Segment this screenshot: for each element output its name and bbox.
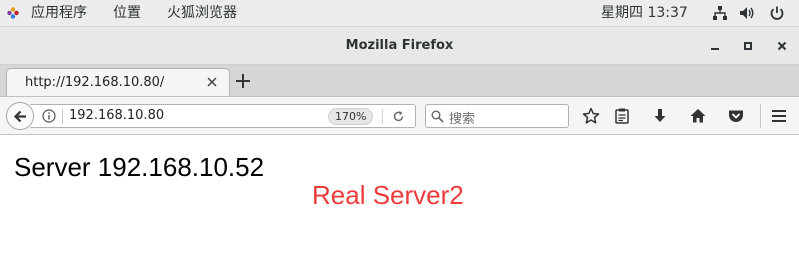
network-icon[interactable]: [712, 5, 728, 21]
url-bar[interactable]: 192.168.10.80 170%: [30, 104, 416, 128]
download-icon[interactable]: [651, 107, 669, 125]
home-icon[interactable]: [689, 107, 707, 125]
reading-list-icon[interactable]: [613, 107, 631, 125]
volume-icon[interactable]: [739, 5, 755, 21]
search-icon: [431, 110, 444, 123]
site-info-icon[interactable]: [42, 109, 56, 123]
url-separator-2: [382, 109, 383, 124]
applications-icon: [7, 7, 19, 19]
navigation-toolbar: 192.168.10.80 170% 搜索: [0, 96, 799, 135]
page-content: Server 192.168.10.52 Real Server2: [0, 135, 799, 262]
search-placeholder: 搜索: [449, 112, 476, 127]
active-app-menu[interactable]: 火狐浏览器: [167, 5, 237, 22]
search-input[interactable]: 搜索: [425, 104, 569, 128]
bookmark-star-icon[interactable]: [582, 107, 600, 125]
url-separator: [62, 109, 63, 124]
back-button[interactable]: [6, 102, 34, 130]
new-tab-icon[interactable]: [234, 72, 252, 90]
tab-strip: http://192.168.10.80/: [0, 65, 799, 97]
maximize-icon[interactable]: [739, 37, 757, 55]
back-arrow-icon: [13, 110, 26, 123]
close-icon[interactable]: [773, 37, 791, 55]
tab-close-icon[interactable]: [206, 76, 218, 88]
pocket-icon[interactable]: [727, 107, 745, 125]
window-titlebar: Mozilla Firefox: [0, 27, 799, 65]
power-icon[interactable]: [769, 5, 785, 21]
places-menu[interactable]: 位置: [113, 5, 141, 22]
toolbar-separator: [760, 104, 761, 128]
real-server-label: Real Server2: [312, 180, 464, 210]
tab-active[interactable]: http://192.168.10.80/: [6, 68, 230, 97]
zoom-level-badge[interactable]: 170%: [328, 108, 374, 125]
server-heading: Server 192.168.10.52: [14, 152, 265, 182]
applications-menu[interactable]: 应用程序: [31, 5, 87, 22]
menu-icon[interactable]: [770, 107, 788, 125]
reload-icon[interactable]: [392, 110, 405, 123]
system-top-bar: 应用程序 位置 火狐浏览器 星期四 13:37: [0, 0, 799, 27]
minimize-icon[interactable]: [706, 37, 724, 55]
tab-label: http://192.168.10.80/: [25, 75, 165, 90]
clock[interactable]: 星期四 13:37: [601, 5, 688, 22]
url-text[interactable]: 192.168.10.80: [69, 108, 164, 123]
window-title: Mozilla Firefox: [345, 38, 454, 53]
